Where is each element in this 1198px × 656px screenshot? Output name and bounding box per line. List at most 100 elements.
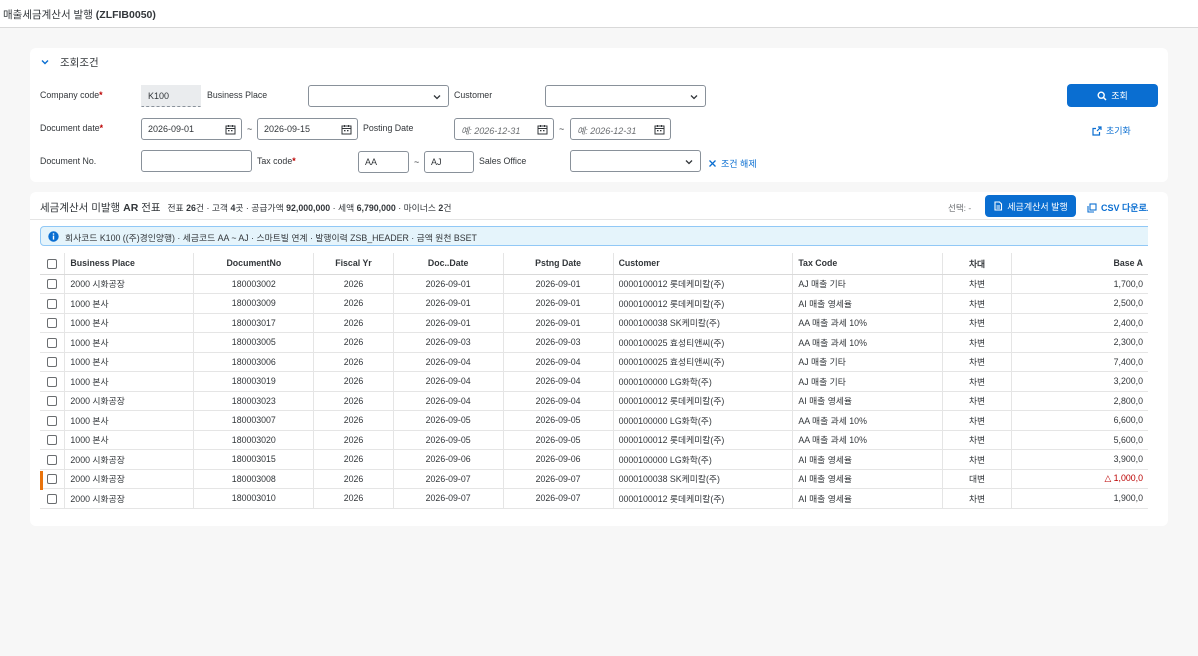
cell-tax-code: AJ 매출 기타 bbox=[792, 371, 943, 392]
cell-customer: 0000100012 롯데케미칼(주) bbox=[613, 293, 794, 314]
sales-office-select[interactable] bbox=[570, 150, 701, 172]
cell-document-no: 180003010 bbox=[193, 488, 315, 509]
cell-tax-code: AJ 매출 기타 bbox=[792, 274, 943, 294]
cell-posting-date: 2026-09-05 bbox=[503, 430, 614, 450]
range-separator: ~ bbox=[414, 157, 420, 167]
posting-date-from[interactable]: 예: 2026-12-31 bbox=[454, 118, 554, 140]
reset-link[interactable]: 초기화 bbox=[1092, 124, 1131, 137]
cell-fiscal-year: 2026 bbox=[313, 332, 394, 353]
row-checkbox[interactable] bbox=[40, 371, 66, 392]
issue-invoice-button[interactable]: 세금계산서 발행 bbox=[985, 195, 1076, 217]
posting-date-to[interactable]: 예: 2026-12-31 bbox=[570, 118, 671, 140]
search-button[interactable]: 조회 bbox=[1067, 84, 1158, 107]
cell-debit-credit: 차변 bbox=[942, 313, 1013, 333]
cell-doc-date: 2026-09-01 bbox=[393, 313, 504, 333]
table-row[interactable]: 1000 본사 180003017 2026 2026-09-01 2026-09-01… bbox=[40, 313, 1148, 333]
col-posting-date[interactable]: Pstng Date bbox=[503, 253, 614, 275]
col-document-no[interactable]: DocumentNo bbox=[193, 253, 315, 275]
cell-debit-credit: 차변 bbox=[942, 332, 1013, 353]
table-row[interactable]: 2000 시화공장 180003010 2026 2026-09-07 2026-09-… bbox=[40, 488, 1148, 509]
calendar-icon[interactable] bbox=[654, 124, 665, 135]
result-panel: 세금계산서 미발행 AR 전표 전표 26건 · 고객 4곳 · 공급가액 92… bbox=[30, 192, 1168, 526]
cell-business-place: 1000 본사 bbox=[64, 430, 195, 450]
row-checkbox[interactable] bbox=[40, 469, 66, 489]
cell-base-amount: 1,700,0 bbox=[1011, 274, 1148, 294]
table-row[interactable]: 1000 본사 180003007 2026 2026-09-05 2026-09-05… bbox=[40, 410, 1148, 431]
cell-fiscal-year: 2026 bbox=[313, 430, 394, 450]
row-checkbox[interactable] bbox=[40, 488, 66, 509]
customer-select[interactable] bbox=[545, 85, 706, 107]
cell-business-place: 2000 시화공장 bbox=[64, 469, 195, 489]
table-row[interactable]: 2000 시화공장 180003002 2026 2026-09-01 2026-09-… bbox=[40, 274, 1148, 294]
document-date-from[interactable]: 2026-09-01 bbox=[141, 118, 242, 140]
col-doc-date[interactable]: Doc..Date bbox=[393, 253, 504, 275]
row-checkbox[interactable] bbox=[40, 352, 66, 372]
row-checkbox[interactable] bbox=[40, 274, 66, 294]
cell-customer: 0000100000 LG화학(주) bbox=[613, 371, 794, 392]
business-place-select[interactable] bbox=[308, 85, 449, 107]
document-date-label: Document date* bbox=[40, 123, 104, 133]
table-row[interactable]: 1000 본사 180003020 2026 2026-09-05 2026-09-05… bbox=[40, 430, 1148, 450]
select-all-checkbox[interactable] bbox=[40, 253, 66, 275]
cell-tax-code: AA 매출 과세 10% bbox=[792, 430, 943, 450]
cell-business-place: 2000 시화공장 bbox=[64, 449, 195, 470]
result-title: 세금계산서 미발행 AR 전표 전표 26건 · 고객 4곳 · 공급가액 92… bbox=[40, 202, 452, 214]
tax-code-to[interactable]: AJ bbox=[424, 151, 474, 173]
cell-doc-date: 2026-09-05 bbox=[393, 410, 504, 431]
tax-code-from[interactable]: AA bbox=[358, 151, 409, 173]
cell-tax-code: AI 매출 영세율 bbox=[792, 488, 943, 509]
row-checkbox[interactable] bbox=[40, 332, 66, 353]
chevron-down-icon bbox=[690, 95, 698, 100]
cell-customer: 0000100000 LG화학(주) bbox=[613, 449, 794, 470]
cell-document-no: 180003020 bbox=[193, 430, 315, 450]
cell-debit-credit: 차변 bbox=[942, 391, 1013, 411]
company-code-field[interactable]: K100 bbox=[141, 85, 201, 107]
table-row[interactable]: 2000 시화공장 180003008 2026 2026-09-07 2026-09-… bbox=[40, 469, 1148, 489]
table-row[interactable]: 1000 본사 180003006 2026 2026-09-04 2026-09-04… bbox=[40, 352, 1148, 372]
cell-base-amount: 7,400,0 bbox=[1011, 352, 1148, 372]
row-highlight-marker bbox=[40, 471, 43, 490]
table-row[interactable]: 1000 본사 180003019 2026 2026-09-04 2026-09-04… bbox=[40, 371, 1148, 392]
calendar-icon[interactable] bbox=[537, 124, 548, 135]
calendar-icon[interactable] bbox=[225, 124, 236, 135]
cell-posting-date: 2026-09-06 bbox=[503, 449, 614, 470]
cell-tax-code: AA 매출 과세 10% bbox=[792, 313, 943, 333]
table-row[interactable]: 2000 시화공장 180003023 2026 2026-09-04 2026-09-… bbox=[40, 391, 1148, 411]
document-date-to[interactable]: 2026-09-15 bbox=[257, 118, 358, 140]
col-customer[interactable]: Customer bbox=[613, 253, 794, 275]
cell-posting-date: 2026-09-04 bbox=[503, 371, 614, 392]
clear-conditions-link[interactable]: 조건 해제 bbox=[708, 157, 757, 170]
row-checkbox[interactable] bbox=[40, 391, 66, 411]
calendar-icon[interactable] bbox=[341, 124, 352, 135]
row-checkbox[interactable] bbox=[40, 449, 66, 470]
row-checkbox[interactable] bbox=[40, 410, 66, 431]
cell-posting-date: 2026-09-01 bbox=[503, 313, 614, 333]
cell-business-place: 2000 시화공장 bbox=[64, 391, 195, 411]
chevron-down-icon bbox=[685, 160, 693, 165]
col-tax-code[interactable]: Tax Code bbox=[792, 253, 943, 275]
col-business-place[interactable]: Business Place bbox=[64, 253, 195, 275]
row-checkbox[interactable] bbox=[40, 430, 66, 450]
cell-fiscal-year: 2026 bbox=[313, 449, 394, 470]
document-no-label: Document No. bbox=[40, 156, 97, 166]
cell-debit-credit: 대변 bbox=[942, 469, 1013, 489]
row-checkbox[interactable] bbox=[40, 293, 66, 314]
table-row[interactable]: 1000 본사 180003009 2026 2026-09-01 2026-09-01… bbox=[40, 293, 1148, 314]
chevron-down-icon[interactable] bbox=[40, 57, 50, 67]
cell-doc-date: 2026-09-04 bbox=[393, 352, 504, 372]
col-base-amount[interactable]: Base A bbox=[1011, 253, 1148, 275]
cell-posting-date: 2026-09-04 bbox=[503, 391, 614, 411]
table-row[interactable]: 1000 본사 180003005 2026 2026-09-03 2026-09-03… bbox=[40, 332, 1148, 353]
document-icon bbox=[994, 201, 1003, 211]
table-row[interactable]: 2000 시화공장 180003015 2026 2026-09-06 2026-09-… bbox=[40, 449, 1148, 470]
cell-doc-date: 2026-09-03 bbox=[393, 332, 504, 353]
document-no-input[interactable] bbox=[141, 150, 252, 172]
col-debit-credit[interactable]: 차대 bbox=[942, 253, 1013, 275]
col-fiscal-year[interactable]: Fiscal Yr bbox=[313, 253, 394, 275]
cell-business-place: 1000 본사 bbox=[64, 371, 195, 392]
cell-customer: 0000100000 LG화학(주) bbox=[613, 410, 794, 431]
cell-debit-credit: 차변 bbox=[942, 371, 1013, 392]
csv-download-button[interactable]: CSV 다운로드 bbox=[1087, 201, 1148, 214]
row-checkbox[interactable] bbox=[40, 313, 66, 333]
cell-tax-code: AA 매출 과세 10% bbox=[792, 410, 943, 431]
